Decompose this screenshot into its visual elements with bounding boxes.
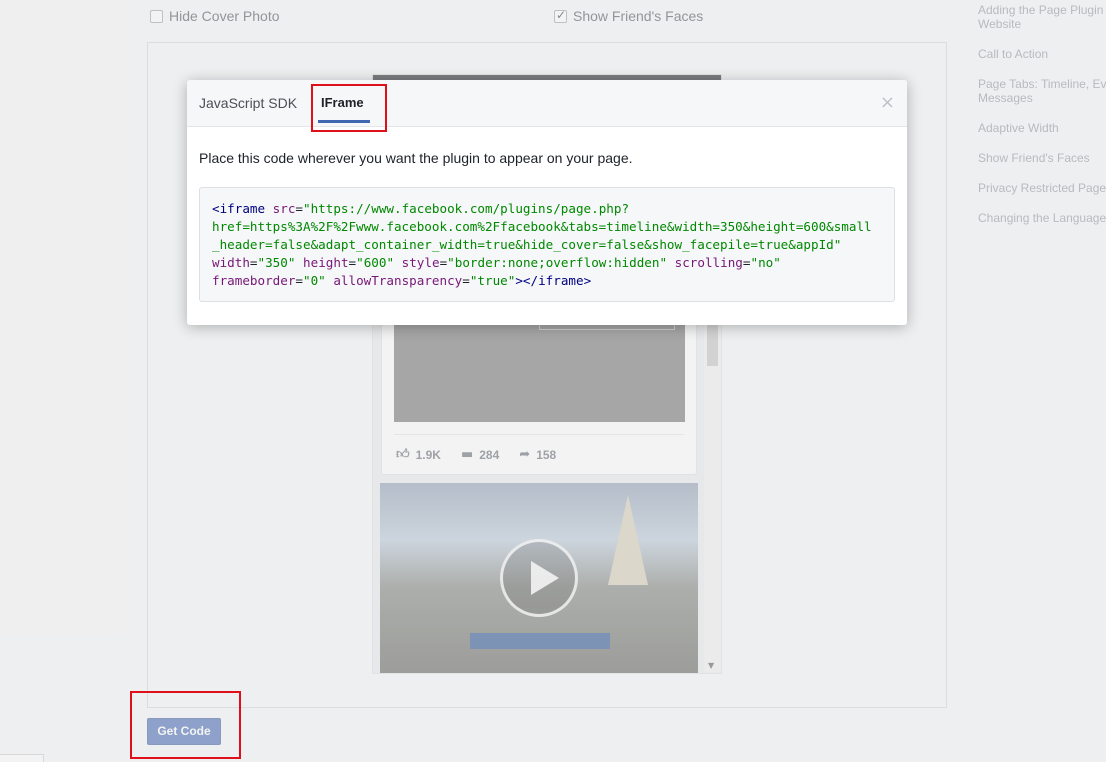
code-attr: frameborder: [212, 273, 296, 288]
tab-javascript-sdk[interactable]: JavaScript SDK: [199, 95, 297, 111]
code-string: "0": [303, 273, 326, 288]
code-attr: src: [272, 201, 296, 216]
code-string: "no": [750, 255, 781, 270]
code-eq: =: [295, 201, 304, 216]
code-string: "600": [356, 255, 395, 270]
code-attr: width: [212, 255, 250, 270]
dialog-header: JavaScript SDK IFrame ×: [187, 80, 907, 127]
embed-code-box[interactable]: <iframe src="https://www.facebook.com/pl…: [199, 187, 895, 302]
code-string: "true": [469, 273, 516, 288]
iframe-tab-highlight: [311, 84, 387, 132]
code-attr: scrolling: [674, 255, 743, 270]
get-code-dialog: JavaScript SDK IFrame × Place this code …: [187, 80, 907, 325]
code-attr: allowTransparency: [333, 273, 463, 288]
code-string: href=https%3A%2F%2Fwww.facebook.com%2Ffa…: [212, 219, 872, 234]
get-code-highlight: [130, 691, 241, 759]
close-icon[interactable]: ×: [880, 92, 895, 113]
code-tag-open: <iframe: [212, 201, 266, 216]
dialog-instruction: Place this code wherever you want the pl…: [199, 150, 633, 166]
code-attr: height: [303, 255, 349, 270]
code-attr: style: [401, 255, 440, 270]
code-string: "350": [257, 255, 296, 270]
code-string: "https://www.facebook.com/plugins/page.p…: [303, 201, 630, 216]
code-string: _header=false&adapt_container_width=true…: [212, 237, 842, 252]
code-string: "border:none;overflow:hidden": [447, 255, 668, 270]
code-tag-close: ></iframe>: [515, 273, 592, 288]
